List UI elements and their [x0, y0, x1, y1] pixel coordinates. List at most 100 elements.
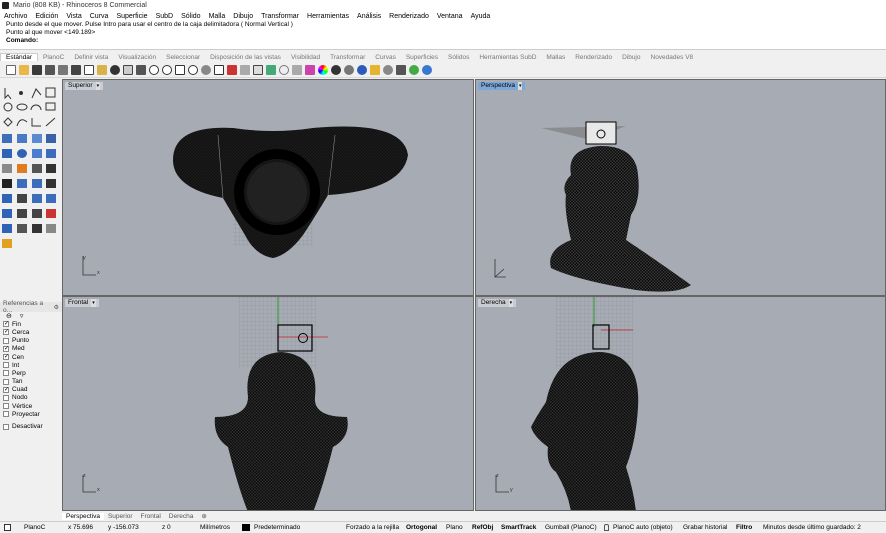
tab-superficies[interactable]: Superficies	[401, 54, 443, 61]
menu-subd[interactable]: SubD	[152, 13, 178, 20]
move-view-icon[interactable]	[136, 64, 146, 75]
osnap-item[interactable]: Punto	[0, 337, 62, 345]
status-units[interactable]: Milímetros	[200, 524, 230, 531]
open-file-icon[interactable]	[19, 64, 29, 75]
status-smarttrack[interactable]: SmartTrack	[501, 524, 536, 531]
panel-settings-icon[interactable]: ⚙	[54, 304, 59, 311]
render-settings-icon[interactable]	[344, 64, 354, 75]
cplane-icon[interactable]	[4, 524, 11, 531]
viewport-top[interactable]: Superior ▾ y x	[62, 79, 474, 296]
lock-icon[interactable]	[292, 64, 302, 75]
tab-curvas[interactable]: Curvas	[370, 54, 401, 61]
options-gear-icon[interactable]	[383, 64, 393, 75]
add-viewport-icon[interactable]: ⊕	[197, 512, 210, 520]
zoom-dynamic-icon[interactable]	[162, 64, 172, 75]
tab-disposicion[interactable]: Disposición de las vistas	[205, 54, 286, 61]
gumball-icon[interactable]	[266, 64, 276, 75]
menu-malla[interactable]: Malla	[205, 13, 230, 20]
tab-definir-vista[interactable]: Definir vista	[69, 54, 113, 61]
osnap-disable[interactable]: Desactivar	[0, 422, 62, 430]
menu-analisis[interactable]: Análisis	[353, 13, 385, 20]
osnap-item[interactable]: Int	[0, 361, 62, 369]
menu-vista[interactable]: Vista	[62, 13, 85, 20]
vptab-derecha[interactable]: Derecha	[165, 513, 198, 520]
status-cplane[interactable]: PlanoC	[24, 524, 45, 531]
osnap-checkbox[interactable]	[3, 411, 9, 418]
toggle-icon[interactable]: ⊖	[6, 312, 12, 320]
cut-icon[interactable]	[71, 64, 81, 75]
tab-herramientas-subd[interactable]: Herramientas SubD	[474, 54, 541, 61]
vptab-perspectiva[interactable]: Perspectiva	[62, 512, 104, 520]
viewport-perspective[interactable]: Perspectiva ▾	[475, 79, 886, 296]
osnap-item[interactable]: Nodo	[0, 394, 62, 402]
tab-solidos[interactable]: Sólidos	[443, 54, 474, 61]
osnap-item[interactable]: ✓ Cerca	[0, 328, 62, 336]
copy-icon[interactable]	[84, 64, 94, 75]
material-sphere-icon[interactable]	[357, 64, 367, 75]
osnap-checkbox[interactable]: ✓	[3, 329, 9, 336]
menu-archivo[interactable]: Archivo	[0, 13, 31, 20]
osnap-checkbox[interactable]	[3, 362, 9, 369]
print-icon[interactable]	[45, 64, 55, 75]
tab-visualizacion[interactable]: Visualización	[113, 54, 161, 61]
zoom-selected-icon[interactable]	[188, 64, 198, 75]
osnap-checkbox[interactable]	[3, 394, 9, 401]
menu-transformar[interactable]: Transformar	[257, 13, 303, 20]
status-layer[interactable]: Predeterminado	[254, 524, 300, 531]
status-gumball[interactable]: Gumball (PlanoC)	[545, 524, 597, 531]
menu-dibujo[interactable]: Dibujo	[229, 13, 257, 20]
osnap-item[interactable]: ✓ Cen	[0, 353, 62, 361]
import-icon[interactable]	[58, 64, 68, 75]
lock-icon[interactable]	[604, 524, 609, 531]
help-icon[interactable]	[422, 64, 432, 75]
menu-ventana[interactable]: Ventana	[433, 13, 467, 20]
menu-herramientas[interactable]: Herramientas	[303, 13, 353, 20]
osnap-item[interactable]: Proyectar	[0, 410, 62, 418]
render-sphere-icon[interactable]	[331, 64, 341, 75]
layer-icon[interactable]	[240, 64, 250, 75]
zoom-window-icon[interactable]	[149, 64, 159, 75]
osnap-item[interactable]: Perp	[0, 369, 62, 377]
osnap-disable-checkbox[interactable]	[3, 423, 9, 430]
filter-icon[interactable]: ▿	[20, 312, 24, 320]
viewport-layout-icon[interactable]	[214, 64, 224, 75]
snap-point-icon[interactable]	[370, 64, 380, 75]
grasshopper-icon[interactable]	[396, 64, 406, 75]
menu-superficie[interactable]: Superficie	[112, 13, 151, 20]
tab-visibilidad[interactable]: Visibilidad	[286, 54, 325, 61]
vptab-superior[interactable]: Superior	[104, 513, 137, 520]
lightbulb-icon[interactable]	[279, 64, 289, 75]
menu-edicion[interactable]: Edición	[31, 13, 62, 20]
osnap-checkbox[interactable]: ✓	[3, 345, 9, 352]
new-file-icon[interactable]	[6, 64, 16, 75]
tab-transformar[interactable]: Transformar	[325, 54, 370, 61]
osnap-item[interactable]: Tan	[0, 378, 62, 386]
select-all-icon[interactable]	[253, 64, 263, 75]
tab-mallas[interactable]: Mallas	[541, 54, 570, 61]
osnap-item[interactable]: ✓ Med	[0, 345, 62, 353]
menu-solido[interactable]: Sólido	[177, 13, 204, 20]
tab-dibujo[interactable]: Dibujo	[617, 54, 645, 61]
tab-seleccionar[interactable]: Seleccionar	[161, 54, 205, 61]
menu-renderizado[interactable]: Renderizado	[385, 13, 433, 20]
status-osnap[interactable]: RefObj	[472, 524, 493, 531]
status-history[interactable]: Grabar historial	[683, 524, 727, 531]
viewport-right[interactable]: Derecha ▾ z y	[475, 296, 886, 511]
osnap-checkbox[interactable]	[3, 378, 9, 385]
status-autocplane[interactable]: PlanoC auto (objeto)	[613, 524, 673, 531]
osnap-item[interactable]: ✓ Fin	[0, 320, 62, 328]
menu-ayuda[interactable]: Ayuda	[467, 13, 495, 20]
tab-estandar[interactable]: Estándar	[0, 53, 39, 61]
osnap-checkbox[interactable]: ✓	[3, 321, 9, 328]
tab-renderizado[interactable]: Renderizado	[570, 54, 617, 61]
tab-novedades-v8[interactable]: Novedades V8	[646, 54, 699, 61]
layer-color-swatch[interactable]	[242, 524, 250, 531]
status-planar[interactable]: Plano	[446, 524, 463, 531]
color-wheel-icon[interactable]	[318, 64, 328, 75]
menu-curva[interactable]: Curva	[86, 13, 113, 20]
vptab-frontal[interactable]: Frontal	[137, 513, 165, 520]
tab-planoc[interactable]: PlanoC	[38, 54, 69, 61]
save-icon[interactable]	[32, 64, 42, 75]
osnap-checkbox[interactable]	[3, 337, 9, 344]
osnap-checkbox[interactable]	[3, 370, 9, 377]
